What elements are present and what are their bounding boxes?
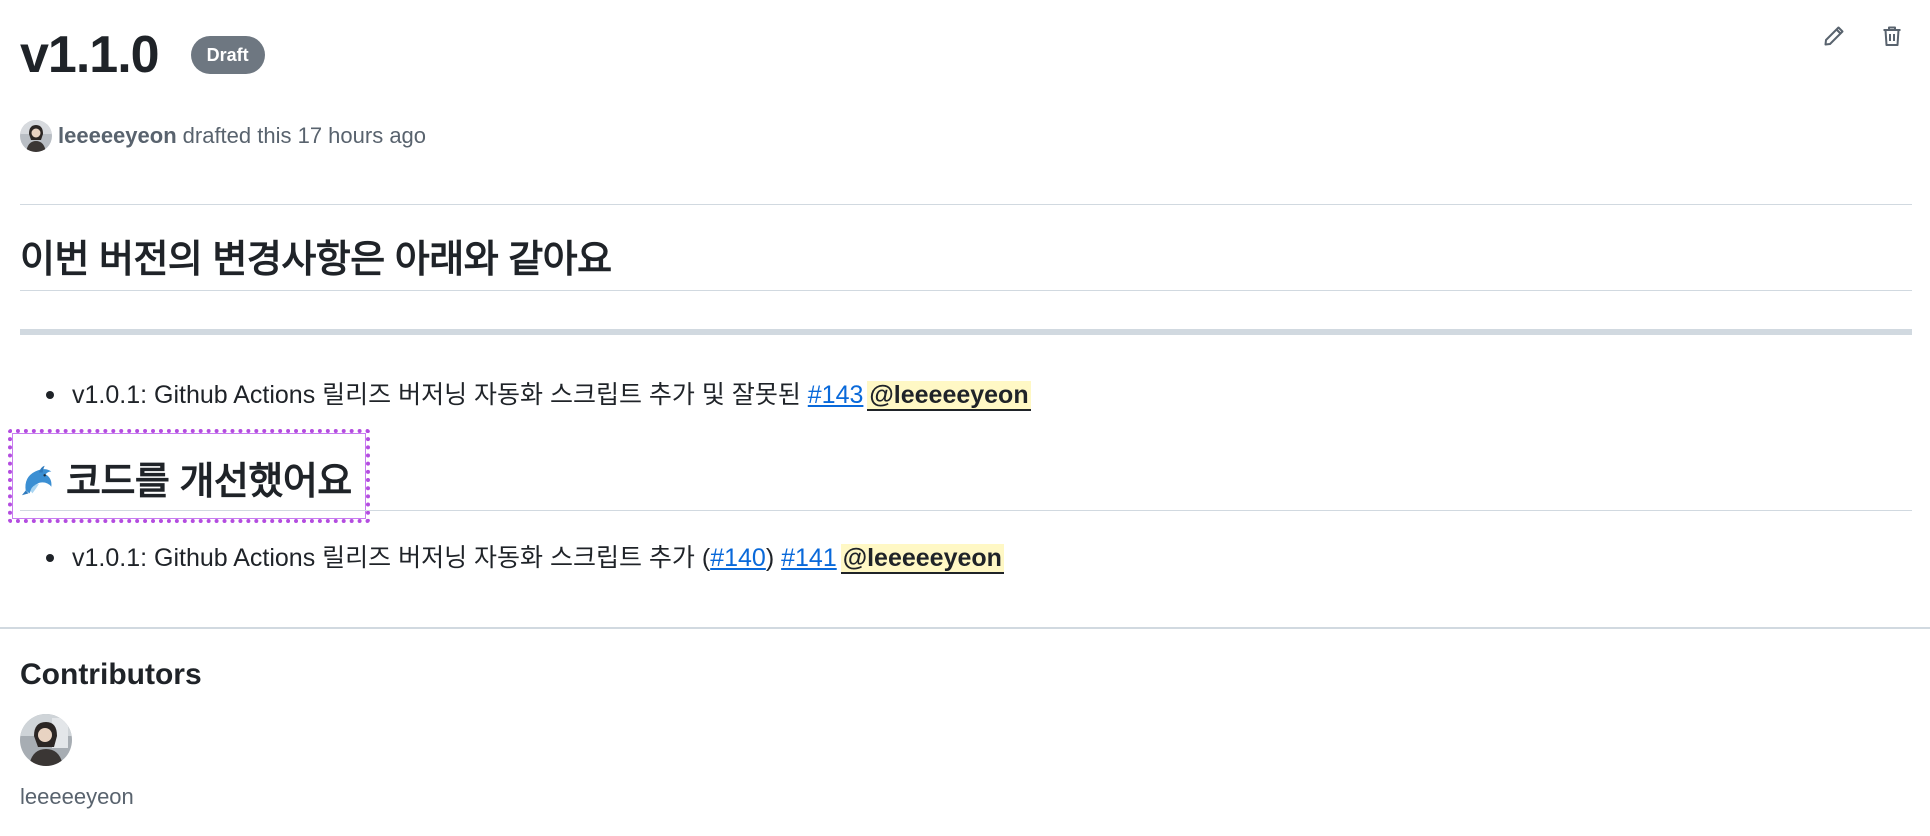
- pr-link[interactable]: #140: [710, 544, 766, 572]
- pencil-icon: [1824, 26, 1844, 46]
- delete-button[interactable]: [1878, 22, 1906, 50]
- item-text: v1.0.1: Github Actions 릴리즈 버저닝 자동화 스크립트 …: [72, 381, 808, 409]
- dolphin-icon: [21, 465, 52, 496]
- improvements-list: v1.0.1: Github Actions 릴리즈 버저닝 자동화 스크립트 …: [44, 538, 1004, 578]
- release-title: v1.1.0: [20, 26, 160, 84]
- changes-list: v1.0.1: Github Actions 릴리즈 버저닝 자동화 스크립트 …: [44, 375, 1031, 415]
- improvement-heading-text: 코드를 개선했어요: [66, 461, 352, 503]
- changes-heading: 이번 버전의 변경사항은 아래와 같아요: [20, 239, 612, 281]
- heading-underline: [20, 510, 1912, 511]
- release-actions: [1820, 22, 1906, 50]
- author-link[interactable]: leeeeeyeon: [58, 123, 177, 149]
- improvement-heading: 코드를 개선했어요: [20, 450, 352, 505]
- user-mention[interactable]: @leeeeeyeon: [867, 381, 1031, 411]
- item-text-close: ): [765, 544, 775, 572]
- contributor-name[interactable]: leeeeeyeon: [20, 784, 134, 810]
- release-header: v1.1.0 Draft: [20, 20, 265, 90]
- horizontal-rule: [20, 329, 1912, 335]
- pr-link[interactable]: #141: [781, 544, 837, 572]
- contributors-title: Contributors: [20, 658, 202, 691]
- author-avatar[interactable]: [20, 120, 52, 152]
- list-item: v1.0.1: Github Actions 릴리즈 버저닝 자동화 스크립트 …: [44, 375, 1031, 415]
- divider: [20, 204, 1912, 205]
- draft-badge: Draft: [190, 36, 265, 74]
- edit-button[interactable]: [1820, 22, 1848, 50]
- section-divider: [0, 627, 1930, 629]
- trash-icon: [1883, 26, 1901, 46]
- item-text: v1.0.1: Github Actions 릴리즈 버저닝 자동화 스크립트 …: [72, 544, 711, 572]
- list-item: v1.0.1: Github Actions 릴리즈 버저닝 자동화 스크립트 …: [44, 538, 1004, 578]
- heading-underline: [20, 290, 1912, 291]
- release-meta: leeeeeyeon drafted this 17 hours ago: [20, 120, 426, 152]
- contributor-avatar[interactable]: [20, 714, 72, 766]
- pr-link[interactable]: #143: [808, 381, 864, 409]
- release-meta-text: drafted this 17 hours ago: [182, 123, 427, 148]
- user-mention[interactable]: @leeeeeyeon: [840, 544, 1004, 574]
- release-page: v1.1.0 Draft leeeeeyeon drafted this 17 …: [0, 0, 1930, 836]
